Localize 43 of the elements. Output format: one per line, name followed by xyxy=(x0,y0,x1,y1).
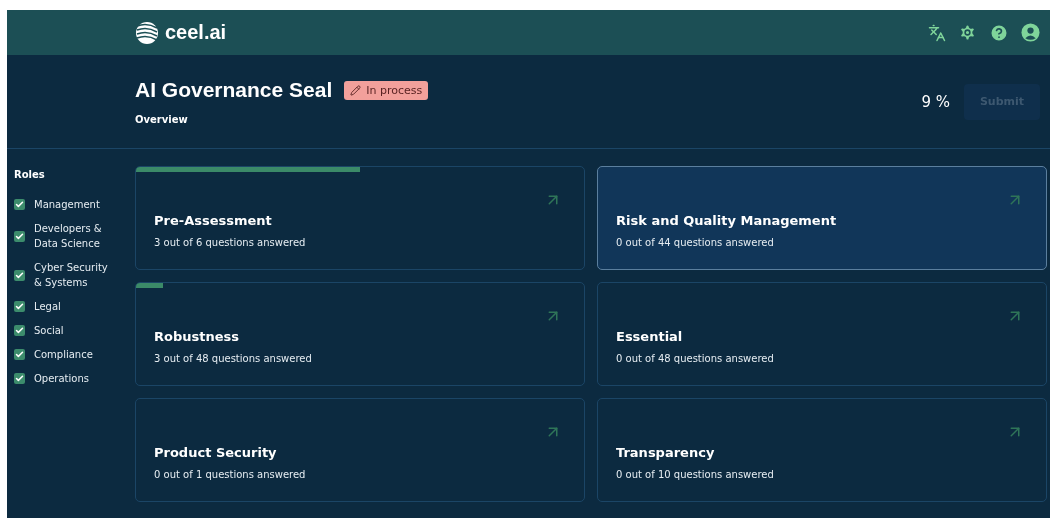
section-card[interactable]: Transparency 0 out of 10 questions answered xyxy=(597,398,1047,502)
role-label: Developers & Data Science xyxy=(34,222,103,251)
card-progress-text: 3 out of 48 questions answered xyxy=(154,353,313,364)
section-card[interactable]: Pre-Assessment 3 out of 6 questions answered xyxy=(135,166,585,270)
section-card[interactable]: Robustness 3 out of 48 questions answered xyxy=(135,282,585,386)
card-progress-text: 3 out of 6 questions answered xyxy=(154,237,307,248)
section-card[interactable]: Risk and Quality Management 0 out of 44 questions answered xyxy=(597,166,1047,270)
card-progress-text: 0 out of 44 questions answered xyxy=(616,237,775,248)
role-checkbox[interactable] xyxy=(14,349,25,360)
role-label: Management xyxy=(34,198,100,212)
card-title: Robustness xyxy=(154,329,240,344)
role-checkbox[interactable] xyxy=(14,269,25,281)
card-title: Essential xyxy=(616,329,684,344)
card-progress-text: 0 out of 48 questions answered xyxy=(616,353,775,364)
logo-text: ceel.ai xyxy=(165,21,227,44)
page-title: AI Governance Seal xyxy=(135,78,333,102)
role-label: Legal xyxy=(34,300,61,314)
progress-percent: 9 % xyxy=(921,92,950,111)
card-title: Transparency xyxy=(616,445,716,460)
translate-icon[interactable] xyxy=(928,23,946,42)
settings-icon[interactable] xyxy=(958,23,977,42)
card-title: Product Security xyxy=(154,445,278,460)
role-checkbox[interactable] xyxy=(14,230,25,242)
role-label: Compliance xyxy=(34,348,93,362)
account-icon[interactable] xyxy=(1021,23,1040,42)
section-card[interactable]: Product Security 0 out of 1 questions answered xyxy=(135,398,585,502)
role-checkbox[interactable] xyxy=(14,325,25,336)
role-checkbox[interactable] xyxy=(14,373,25,384)
status-badge: In process xyxy=(344,80,429,100)
card-progress-text: 0 out of 1 questions answered xyxy=(154,469,307,480)
card-title: Risk and Quality Management xyxy=(616,213,838,228)
logo-icon xyxy=(135,20,159,45)
role-label: Cyber Security & Systems xyxy=(34,261,109,290)
roles-heading: Roles xyxy=(14,169,46,180)
role-label: Social xyxy=(34,324,64,338)
overview-label: Overview xyxy=(135,114,189,125)
section-card[interactable]: Essential 0 out of 48 questions answered xyxy=(597,282,1047,386)
role-checkbox[interactable] xyxy=(14,199,25,210)
role-label: Operations xyxy=(34,372,89,386)
role-checkbox[interactable] xyxy=(14,301,25,312)
card-title: Pre-Assessment xyxy=(154,213,273,228)
help-icon[interactable] xyxy=(989,22,1009,43)
card-progress-text: 0 out of 10 questions answered xyxy=(616,469,775,480)
